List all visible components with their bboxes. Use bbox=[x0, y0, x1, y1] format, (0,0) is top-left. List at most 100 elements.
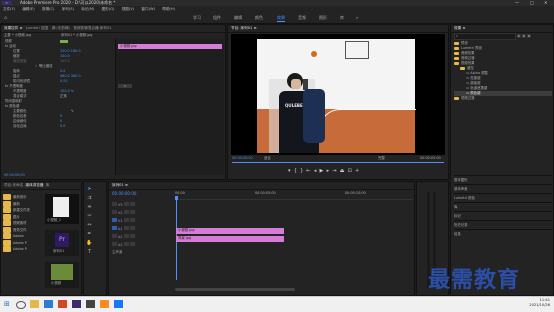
workspace-graphics[interactable]: 图形 bbox=[319, 15, 327, 21]
media-thumbnail-1[interactable]: 小视频_1 bbox=[45, 194, 79, 224]
type-tool-icon[interactable]: T bbox=[86, 249, 93, 256]
media-thumbnail-3[interactable]: 小视频 bbox=[45, 262, 79, 288]
panel-history[interactable]: 历史记录 bbox=[454, 220, 552, 229]
step-back-icon[interactable]: ◂ bbox=[314, 168, 317, 174]
track-header-a1[interactable]: A1 bbox=[112, 226, 174, 234]
track-header-a3[interactable]: A3 bbox=[112, 242, 174, 250]
out-point-icon[interactable]: } bbox=[300, 168, 303, 174]
track-select-tool-icon[interactable]: ⇉ bbox=[86, 195, 93, 202]
windows-start-icon[interactable]: ⊞ bbox=[4, 300, 10, 308]
panel-essential-graphics[interactable]: 基本图形 bbox=[454, 175, 552, 184]
effects-filter-icons[interactable]: ▣ ▣ ▣ bbox=[517, 33, 531, 38]
play-icon[interactable]: ▶ bbox=[320, 168, 324, 174]
quality-select[interactable]: 完整 bbox=[378, 156, 385, 161]
tab-audio-clip-mixer[interactable]: 音频剪辑混合器:序列01 bbox=[73, 26, 111, 30]
camera-icon[interactable]: ⊡ bbox=[348, 168, 352, 174]
selection-tool-icon[interactable]: ➤ bbox=[86, 186, 93, 193]
panel-lumetri-color[interactable]: Lumetri 颜色 bbox=[454, 193, 552, 202]
tab-effect-controls[interactable]: 效果控件 ≡ bbox=[4, 26, 23, 30]
workspace-color[interactable]: 颜色 bbox=[255, 15, 263, 21]
timeline-clip-v1[interactable]: 背景.jpg bbox=[176, 236, 284, 242]
panel-markers[interactable]: 标记 bbox=[454, 211, 552, 220]
go-to-in-icon[interactable]: ⇤ bbox=[306, 168, 310, 174]
track-header-v3[interactable]: V3 bbox=[112, 202, 174, 210]
tab-libraries[interactable]: 库 bbox=[46, 183, 50, 187]
effect-controls-sequence[interactable]: 序列01 * 小视频.jpg bbox=[61, 33, 92, 38]
menu-graphics[interactable]: 图形(G) bbox=[102, 7, 115, 11]
marker-icon[interactable]: ▾ bbox=[288, 168, 291, 174]
track-header-v1[interactable]: V1 bbox=[112, 218, 174, 226]
effects-search-input[interactable]: ⌕ bbox=[454, 33, 516, 40]
menu-clip[interactable]: 剪辑(C) bbox=[42, 7, 55, 11]
eyedropper-icon[interactable]: ✎ bbox=[71, 109, 74, 114]
tab-media-browser[interactable]: 媒体浏览器 bbox=[25, 183, 43, 187]
timeline-ruler[interactable]: 00:00 00:00:05:00 00:00:10:00 bbox=[175, 191, 413, 200]
tab-program[interactable]: 节目: 序列01 ≡ bbox=[231, 26, 256, 30]
key-color-swatch[interactable] bbox=[60, 40, 68, 43]
panel-essential-sound[interactable]: 基本声音 bbox=[454, 184, 552, 193]
tree-item-video-transitions[interactable]: 视频过渡 bbox=[454, 96, 552, 101]
file-explorer-icon[interactable] bbox=[30, 300, 39, 308]
timeline-scrollbar[interactable] bbox=[175, 288, 295, 291]
program-scrub-bar[interactable] bbox=[232, 162, 444, 163]
razor-tool-icon[interactable]: ✂ bbox=[86, 213, 93, 220]
hand-tool-icon[interactable]: ✋ bbox=[86, 240, 93, 247]
workspace-libraries[interactable]: 库 bbox=[340, 15, 344, 21]
go-to-out-icon[interactable]: ⇥ bbox=[332, 168, 336, 174]
effect-controls-timeline[interactable]: 小视频.jpg ⟳ bbox=[115, 39, 224, 175]
tab-effects[interactable]: 效果 ≡ bbox=[454, 26, 465, 30]
uniform-scale-checkbox[interactable]: ✓ bbox=[35, 64, 38, 68]
folder-item[interactable]: Adobe P bbox=[3, 246, 37, 253]
browser-icon[interactable] bbox=[44, 300, 53, 308]
track-header-v2[interactable]: V2 bbox=[112, 210, 174, 218]
effect-controls-clip[interactable]: 小视频.jpg bbox=[118, 44, 222, 49]
search-icon[interactable] bbox=[16, 301, 26, 309]
menu-edit[interactable]: 编辑(E) bbox=[22, 7, 34, 11]
home-icon[interactable]: ⌂ bbox=[4, 15, 7, 21]
effect-controls-source[interactable]: 主要 * 小视频.jpg bbox=[4, 33, 31, 38]
anti-flicker-value[interactable]: 0.00 bbox=[60, 79, 68, 84]
menu-sequence[interactable]: 序列(S) bbox=[62, 7, 74, 11]
workspace-effects[interactable]: 效果 bbox=[277, 15, 285, 22]
blend-mode-select[interactable]: 正常 bbox=[60, 94, 67, 99]
menu-file[interactable]: 文件(F) bbox=[3, 7, 15, 11]
tab-source[interactable]: 源:(无剪辑) bbox=[52, 26, 70, 30]
workspace-audio[interactable]: 音频 bbox=[298, 15, 306, 21]
pen-tool-icon[interactable]: ✒ bbox=[86, 231, 93, 238]
ripple-edit-tool-icon[interactable]: ⇹ bbox=[86, 204, 93, 211]
feather-edge-value[interactable]: 0.0 bbox=[60, 124, 65, 129]
taskbar-clock[interactable]: 11:41 2021/10/26 bbox=[520, 298, 550, 308]
menu-marker[interactable]: 标记(M) bbox=[81, 7, 94, 11]
workspace-assembly[interactable]: 组件 bbox=[213, 15, 221, 21]
media-thumbnail-2[interactable]: Pr 序列01 bbox=[45, 230, 79, 256]
in-point-icon[interactable]: { bbox=[294, 168, 297, 174]
step-forward-icon[interactable]: ▸ bbox=[327, 168, 330, 174]
menu-view[interactable]: 视图(V) bbox=[122, 7, 134, 11]
slip-tool-icon[interactable]: ↔ bbox=[86, 222, 93, 229]
app-icon-3[interactable] bbox=[114, 300, 123, 308]
add-icon[interactable]: + bbox=[355, 168, 359, 174]
tab-lumetri-scopes[interactable]: Lumetri 范围 bbox=[26, 26, 48, 30]
app-icon-2[interactable] bbox=[100, 300, 109, 308]
track-header-master[interactable]: 主声道 bbox=[112, 250, 174, 258]
workspace-learn[interactable]: 学习 bbox=[193, 15, 201, 21]
panel-libraries[interactable]: 库 bbox=[454, 202, 552, 211]
timeline-timecode[interactable]: 00:00:00:00 bbox=[112, 191, 136, 196]
app-icon[interactable] bbox=[86, 300, 95, 308]
workspace-editing[interactable]: 编辑 bbox=[234, 15, 242, 21]
premiere-taskbar-icon[interactable] bbox=[72, 300, 81, 308]
program-video-frame[interactable]: QULEBEI bbox=[231, 34, 445, 155]
effect-controls-timecode[interactable]: 00:00:00:00 bbox=[4, 173, 25, 178]
timeline-clip-v2[interactable]: 小视频.jpg bbox=[176, 228, 284, 234]
tab-project[interactable]: 项目:未命名 bbox=[4, 183, 23, 187]
powerpoint-icon[interactable] bbox=[58, 300, 67, 308]
fit-select[interactable]: 适合 bbox=[264, 156, 271, 161]
menu-window[interactable]: 窗口(W) bbox=[141, 7, 155, 11]
panel-info[interactable]: 信息 bbox=[454, 229, 552, 238]
tab-sequence[interactable]: 序列01 ≡ bbox=[112, 183, 128, 187]
track-header-a2[interactable]: A2 bbox=[112, 234, 174, 242]
lift-icon[interactable]: ⏏ bbox=[340, 168, 345, 174]
program-timecode[interactable]: 00:00:00:00 bbox=[232, 156, 253, 161]
menu-help[interactable]: 帮助(H) bbox=[162, 7, 175, 11]
workspace-more[interactable]: » bbox=[356, 15, 358, 21]
